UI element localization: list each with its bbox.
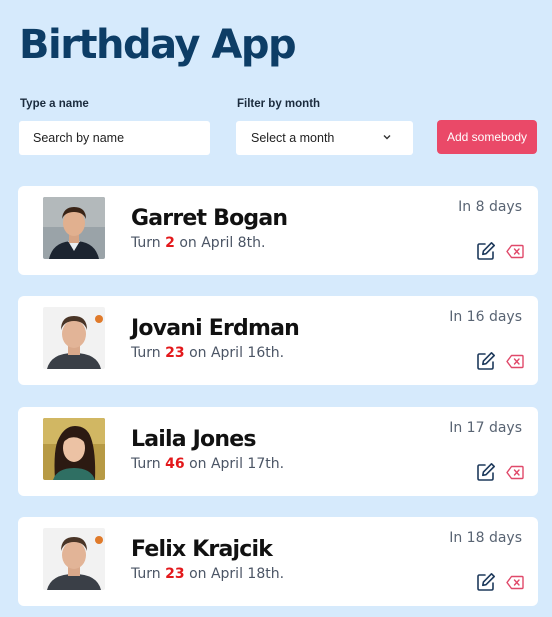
edit-icon[interactable] [476,351,496,371]
person-name: Laila Jones [131,427,256,452]
edit-icon[interactable] [476,462,496,482]
chevron-down-icon [383,135,391,140]
age-value: 2 [165,235,175,251]
birthday-info: Turn 23 on April 16th. [131,345,285,361]
days-until-label: In 18 days [449,530,522,546]
month-filter-label: Filter by month [237,98,321,110]
age-value: 23 [165,566,185,582]
birthday-card: Jovani Erdman Turn 23 on April 16th. In … [18,296,538,385]
delete-icon[interactable] [506,354,524,369]
search-input[interactable]: Search by name [19,121,210,155]
delete-icon[interactable] [506,244,524,259]
days-until-label: In 16 days [449,309,522,325]
avatar [43,307,105,369]
person-name: Garret Bogan [131,206,288,231]
edit-icon[interactable] [476,241,496,261]
birthday-card: Felix Krajcik Turn 23 on April 18th. In … [18,517,538,606]
birthday-card: Laila Jones Turn 46 on April 17th. In 17… [18,407,538,496]
month-select-value: Select a month [251,131,335,145]
person-name: Felix Krajcik [131,537,273,562]
birthday-card: Garret Bogan Turn 2 on April 8th. In 8 d… [18,186,538,275]
avatar [43,528,105,590]
birthday-info: Turn 23 on April 18th. [131,566,285,582]
days-until-label: In 8 days [458,199,522,215]
birthday-info: Turn 2 on April 8th. [131,235,266,251]
age-value: 46 [165,456,185,472]
search-placeholder: Search by name [33,131,125,145]
page-title: Birthday App [19,22,297,68]
days-until-label: In 17 days [449,420,522,436]
person-name: Jovani Erdman [131,316,300,341]
birthday-info: Turn 46 on April 17th. [131,456,285,472]
avatar [43,197,105,259]
month-select[interactable]: Select a month [236,121,413,155]
name-filter-label: Type a name [20,98,89,110]
add-somebody-button[interactable]: Add somebody [437,120,537,154]
avatar [43,418,105,480]
age-value: 23 [165,345,185,361]
delete-icon[interactable] [506,575,524,590]
delete-icon[interactable] [506,465,524,480]
edit-icon[interactable] [476,572,496,592]
